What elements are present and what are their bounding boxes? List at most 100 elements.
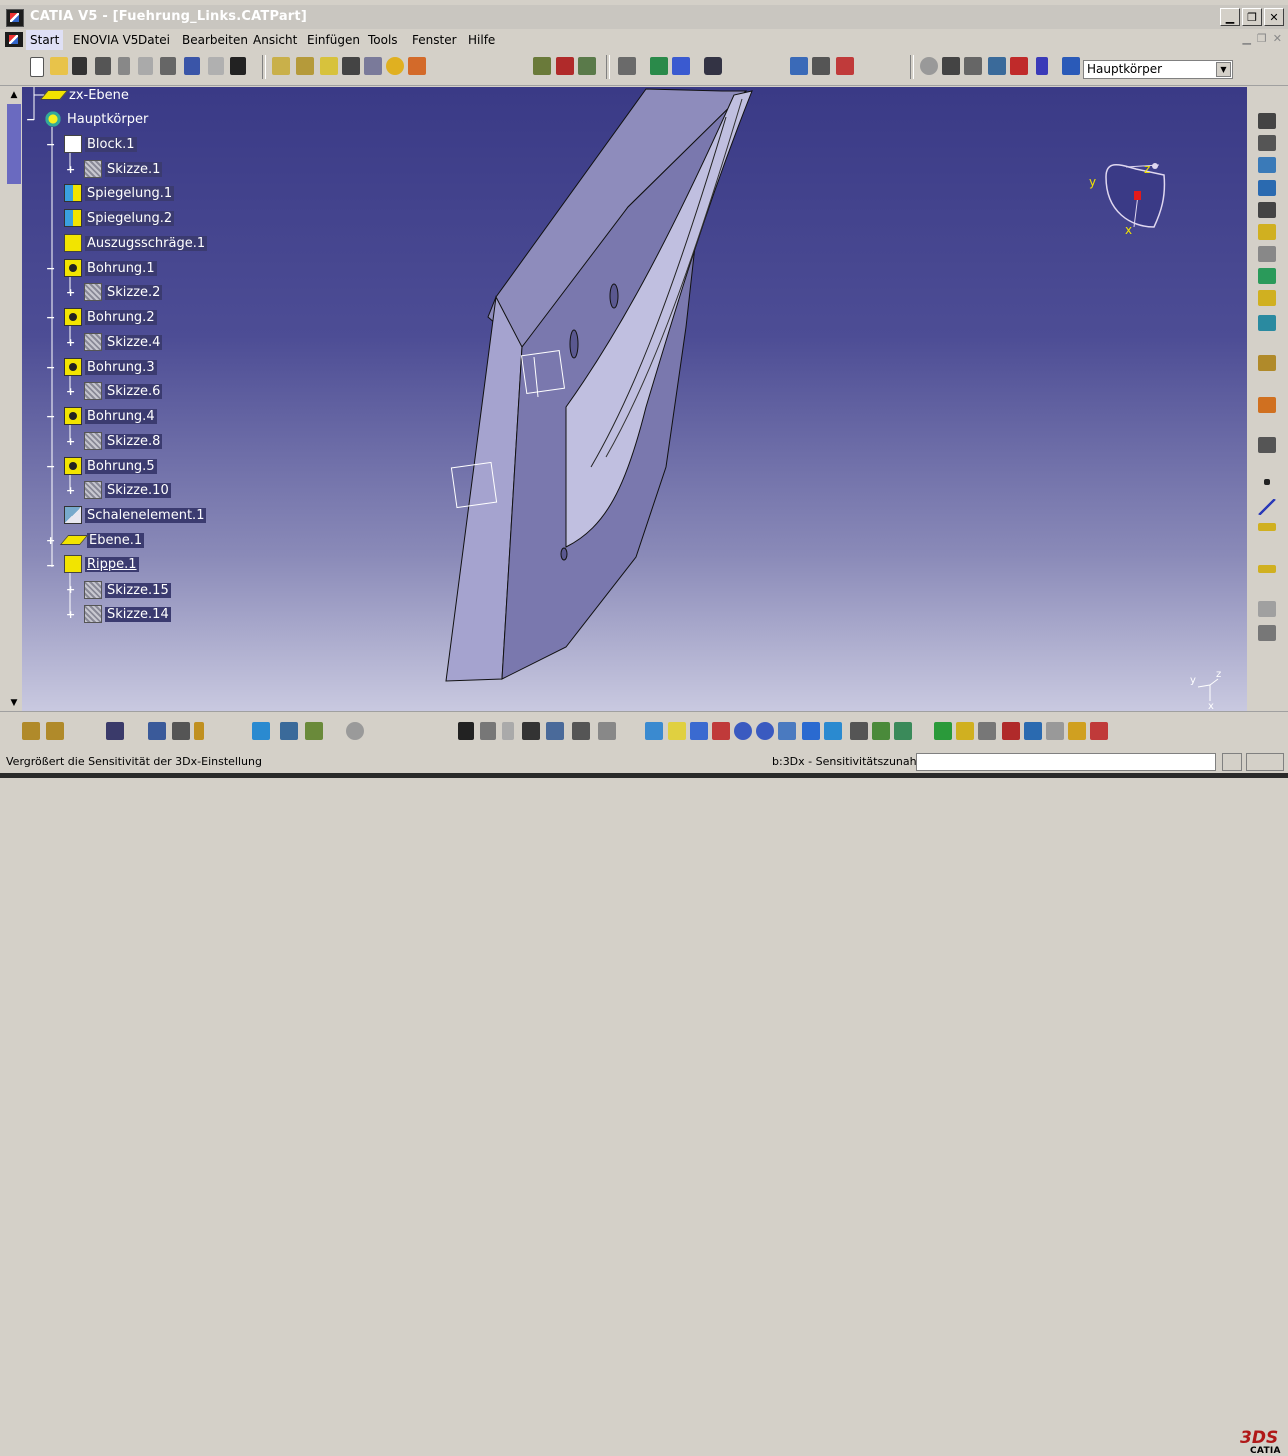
groove-icon[interactable]: [1258, 180, 1276, 196]
tree-node-plane-1[interactable]: Ebene.1: [59, 530, 145, 550]
undo-icon[interactable]: [184, 57, 200, 75]
maximize-button[interactable]: ❐: [1242, 8, 1262, 26]
spin-icon[interactable]: [920, 57, 938, 75]
manipulate-icon[interactable]: [978, 722, 996, 740]
tree-node-sketch-14[interactable]: Skizze.14: [84, 604, 171, 624]
chevron-down-icon[interactable]: ▼: [1216, 62, 1231, 77]
expand-icon[interactable]: +: [66, 337, 75, 348]
apply-material-icon[interactable]: [1068, 722, 1086, 740]
axis-system-icon[interactable]: [942, 57, 960, 75]
move-icon[interactable]: [934, 722, 952, 740]
tree-node-sketch-1[interactable]: Skizze.1: [84, 159, 163, 179]
snap-icon[interactable]: [704, 57, 722, 75]
menu-tools[interactable]: Tools: [368, 33, 398, 47]
compass-handle[interactable]: [1152, 163, 1158, 169]
lock-icon[interactable]: [572, 722, 590, 740]
loft-icon[interactable]: [1258, 290, 1276, 306]
collapse-icon[interactable]: −: [46, 461, 55, 472]
fit-all-icon[interactable]: [668, 722, 686, 740]
hybrid-design-icon[interactable]: [280, 722, 298, 740]
tree-node-zx-plane[interactable]: zx-Ebene: [39, 85, 131, 105]
constraint-icon[interactable]: [812, 57, 830, 75]
fillet-tool-icon[interactable]: [408, 57, 426, 75]
tree-node-sketch-15[interactable]: Skizze.15: [84, 580, 171, 600]
measure-inertia-icon[interactable]: [1046, 722, 1064, 740]
body-icon[interactable]: [1062, 57, 1080, 75]
constraint-icon[interactable]: [22, 722, 40, 740]
tree-node-hole-5[interactable]: Bohrung.5: [64, 456, 157, 476]
close-surface-icon[interactable]: [194, 722, 204, 740]
doc-minimize-icon[interactable]: ▁: [1242, 32, 1250, 45]
collapse-icon[interactable]: −: [46, 263, 55, 274]
expand-icon[interactable]: +: [66, 287, 75, 298]
rib-icon[interactable]: [1258, 224, 1276, 240]
catalog-icon[interactable]: [252, 722, 270, 740]
tree-node-draft-1[interactable]: Auszugsschräge.1: [64, 233, 208, 253]
compass[interactable]: y z x: [1089, 162, 1166, 237]
scroll-up-icon[interactable]: ▲: [6, 87, 22, 103]
collapse-icon[interactable]: −: [46, 139, 55, 150]
expand-icon[interactable]: +: [66, 164, 75, 175]
parameters-icon[interactable]: [305, 722, 323, 740]
collapse-icon[interactable]: −: [46, 411, 55, 422]
copy-icon[interactable]: [138, 57, 153, 75]
tree-node-hole-2[interactable]: Bohrung.2: [64, 307, 157, 327]
plane-icon[interactable]: [1258, 565, 1276, 573]
pan-icon[interactable]: [690, 722, 708, 740]
minimize-button[interactable]: ▁: [1220, 8, 1240, 26]
thickness-tool-icon[interactable]: [578, 57, 596, 75]
material-icon[interactable]: [836, 57, 854, 75]
collapse-icon[interactable]: −: [46, 362, 55, 373]
work-object-icon[interactable]: [1010, 57, 1028, 75]
save-icon[interactable]: [72, 57, 87, 75]
redo-icon[interactable]: [208, 57, 224, 75]
tree-node-sketch-8[interactable]: Skizze.8: [84, 431, 163, 451]
view-icon[interactable]: [346, 722, 364, 740]
tree-node-mirror-2[interactable]: Spiegelung.2: [64, 208, 175, 228]
law-icon[interactable]: [598, 722, 616, 740]
tree-node-main-body[interactable]: Hauptkörper: [44, 109, 150, 129]
measure-icon[interactable]: [618, 57, 636, 75]
tree-scrollbar[interactable]: ▲ ▼: [6, 87, 22, 711]
expand-icon[interactable]: +: [66, 436, 75, 447]
tree-node-block-1[interactable]: Block.1: [64, 134, 137, 154]
cut-icon[interactable]: [118, 57, 130, 75]
snap-to-icon[interactable]: [956, 722, 974, 740]
fillet-icon[interactable]: [1258, 355, 1276, 371]
annotation-icon[interactable]: [790, 57, 808, 75]
doc-close-icon[interactable]: ✕: [1273, 32, 1282, 45]
expand-icon[interactable]: +: [66, 584, 75, 595]
collapse-icon[interactable]: −: [46, 560, 55, 571]
menu-einfuegen[interactable]: Einfügen: [307, 33, 360, 47]
body-selector-dropdown[interactable]: Hauptkörper ▼: [1083, 60, 1233, 79]
menu-bearbeiten[interactable]: Bearbeiten: [182, 33, 248, 47]
layer-icon[interactable]: [1036, 57, 1048, 75]
menu-start[interactable]: Start: [26, 30, 64, 50]
remove-loft-icon[interactable]: [1258, 315, 1276, 331]
shell-tool-icon[interactable]: [556, 57, 574, 75]
rotate-icon[interactable]: [712, 722, 730, 740]
measure-between-icon[interactable]: [1002, 722, 1020, 740]
document-icon[interactable]: [5, 32, 23, 47]
whats-this-icon[interactable]: [230, 57, 246, 75]
shaft-icon[interactable]: [1258, 157, 1276, 173]
scroll-thumb[interactable]: [7, 104, 21, 184]
expand-icon[interactable]: +: [66, 485, 75, 496]
multi-section-icon[interactable]: [364, 57, 382, 75]
expand-icon[interactable]: +: [66, 386, 75, 397]
shaft-tool-icon[interactable]: [320, 57, 338, 75]
iso-view-icon[interactable]: [824, 722, 842, 740]
menu-hilfe[interactable]: Hilfe: [468, 33, 495, 47]
command-input[interactable]: [916, 753, 1216, 771]
table-icon[interactable]: [522, 722, 540, 740]
hide-show-icon[interactable]: [872, 722, 890, 740]
tree-node-rib-1[interactable]: Rippe.1: [64, 554, 139, 574]
scroll-down-icon[interactable]: ▼: [6, 695, 22, 711]
scan-icon[interactable]: [106, 722, 124, 740]
status-button[interactable]: [1222, 753, 1242, 771]
open-icon[interactable]: [50, 57, 68, 75]
doc-restore-icon[interactable]: ❐: [1257, 32, 1267, 45]
constraint-defined-icon[interactable]: [46, 722, 64, 740]
collapse-icon[interactable]: −: [26, 114, 35, 125]
swap-space-icon[interactable]: [894, 722, 912, 740]
